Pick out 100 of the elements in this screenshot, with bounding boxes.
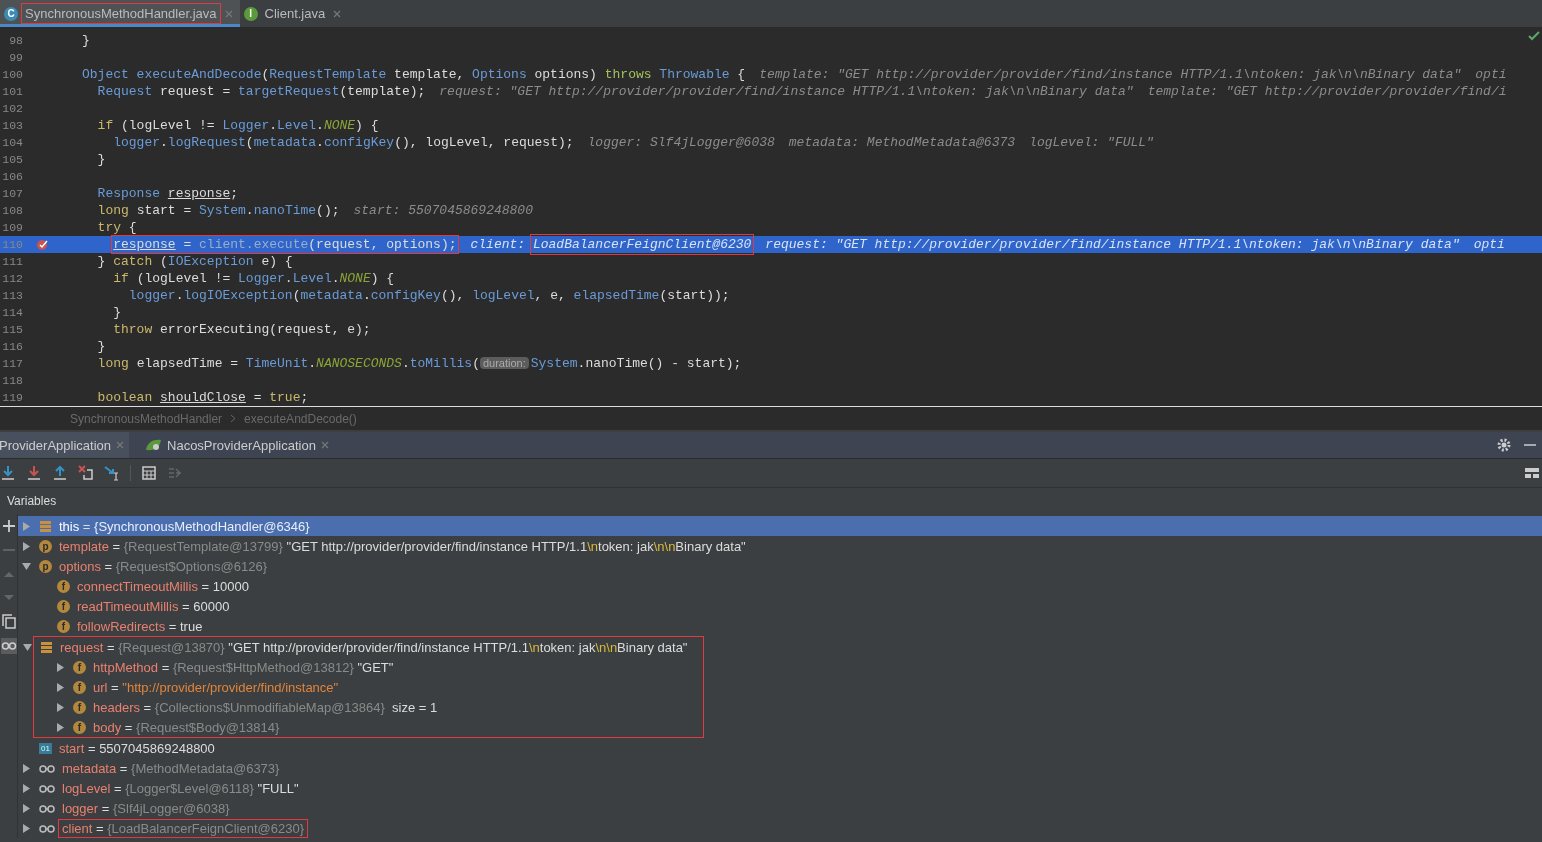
field-icon: f bbox=[73, 660, 86, 674]
run-to-cursor-icon[interactable] bbox=[104, 465, 120, 481]
variable-entry[interactable]: followRedirects = true bbox=[75, 618, 205, 634]
add-icon[interactable] bbox=[0, 518, 17, 534]
field-icon: f bbox=[57, 619, 70, 633]
inline-value-hint: client: LoadBalancerFeignClient@6230 bbox=[470, 237, 752, 252]
variable-entry[interactable]: httpMethod = {Request$HttpMethod@13812} "GET" bbox=[91, 659, 396, 675]
inline-value-hint: template: "GET http://provider/provider/find/instance HTTP/1.1\ntoken: jak\n\nBinary data" bbox=[759, 67, 1462, 82]
parameter-icon: p bbox=[39, 559, 52, 573]
line-number: 113 bbox=[1, 289, 23, 302]
object-icon bbox=[39, 519, 52, 533]
field-icon: f bbox=[57, 599, 70, 613]
breakpoint-icon[interactable] bbox=[36, 238, 49, 251]
inline-value-hint: opti bbox=[1473, 237, 1505, 252]
line-number: 103 bbox=[1, 119, 23, 132]
expand-arrow-icon[interactable] bbox=[22, 763, 31, 773]
variable-entry[interactable]: logger = {Slf4jLogger@6038} bbox=[60, 800, 232, 816]
editor-tab[interactable]: C SynchronousMethodHandler.java bbox=[0, 0, 240, 27]
variable-entry[interactable]: this = {SynchronousMethodHandler@6346} bbox=[57, 518, 312, 534]
code-line: } bbox=[82, 33, 90, 48]
code-line: } bbox=[113, 305, 122, 320]
expand-arrow-icon[interactable] bbox=[22, 561, 31, 571]
line-number: 108 bbox=[1, 204, 23, 217]
line-number: 107 bbox=[1, 187, 23, 200]
expand-arrow-icon[interactable] bbox=[22, 541, 31, 551]
line-number: 102 bbox=[1, 102, 23, 115]
inline-value-hint: logLevel: "FULL" bbox=[1029, 135, 1154, 150]
inline-value-hint: logger: Slf4jLogger@6038 bbox=[587, 135, 775, 150]
class-icon: C bbox=[4, 6, 18, 21]
expand-arrow-icon[interactable] bbox=[56, 702, 65, 712]
variable-entry[interactable]: connectTimeoutMillis = 10000 bbox=[75, 578, 251, 594]
step-out-icon[interactable] bbox=[52, 465, 68, 481]
line-number: 105 bbox=[1, 153, 23, 166]
variable-entry[interactable]: body = {Request$Body@13814} bbox=[91, 719, 282, 735]
variable-entry[interactable]: template = {RequestTemplate@13799} "GET http://provider/provider/find/instance HTTP/1.1\ntoken: jak\n\nBinary data" bbox=[57, 538, 748, 554]
check-icon bbox=[1528, 30, 1540, 42]
calculator-icon[interactable] bbox=[141, 465, 157, 481]
line-number: 106 bbox=[1, 170, 23, 183]
variable-entry[interactable]: logLevel = {Logger$Level@6118} "FULL" bbox=[60, 780, 301, 796]
code-line: long elapsedTime = TimeUnit.NANOSECONDS.toMillis( duration: System.nanoTime() - start); bbox=[97, 356, 742, 371]
inline-value-hint: start: 5507045869248800 bbox=[353, 203, 533, 218]
code-line: if (logLevel != Logger.Level.NONE) { bbox=[113, 271, 395, 286]
panel-title: Variables bbox=[7, 494, 57, 508]
step-over-icon[interactable] bbox=[0, 465, 16, 481]
line-number: 100 bbox=[1, 68, 23, 81]
run-config-tab[interactable]: NacosProviderApplication bbox=[145, 432, 334, 458]
expand-arrow-icon[interactable] bbox=[22, 783, 31, 793]
line-number: 117 bbox=[1, 357, 23, 370]
line-number: 115 bbox=[1, 323, 23, 336]
close-icon[interactable] bbox=[332, 8, 343, 19]
variable-entry[interactable]: headers = {Collections$UnmodifiableMap@13864} size = 1 bbox=[91, 699, 440, 715]
line-number: 99 bbox=[8, 51, 23, 64]
expand-arrow-icon[interactable] bbox=[23, 642, 32, 652]
inline-value-hint: metadata: MethodMetadata@6373 bbox=[788, 135, 1016, 150]
step-into-icon[interactable] bbox=[26, 465, 42, 481]
field-icon: f bbox=[73, 680, 86, 694]
interface-icon: I bbox=[243, 6, 258, 21]
line-number: 114 bbox=[1, 306, 23, 319]
expand-arrow-icon[interactable] bbox=[56, 662, 65, 672]
code-line: } bbox=[97, 339, 106, 354]
line-number: 110 bbox=[1, 238, 23, 251]
settings-icon[interactable] bbox=[1496, 437, 1512, 453]
code-line: throw errorExecuting(request, e); bbox=[113, 322, 371, 337]
variable-entry[interactable]: options = {Request$Options@6126} bbox=[57, 558, 270, 574]
code-line: try { bbox=[97, 220, 137, 235]
expand-arrow-icon[interactable] bbox=[22, 823, 31, 833]
object-icon bbox=[40, 640, 53, 654]
variable-entry[interactable]: request = {Request@13870} "GET http://provider/provider/find/instance HTTP/1.1\ntoken: jak\n\nBinary data" bbox=[58, 639, 690, 655]
layout-icon[interactable] bbox=[1524, 465, 1540, 481]
variable-entry[interactable]: url = "http://provider/provider/find/instance" bbox=[91, 679, 341, 695]
field-icon: f bbox=[73, 700, 86, 714]
line-number: 104 bbox=[1, 136, 23, 149]
inline-value-hint: request: "GET http://provider/provider/find/instance HTTP/1.1\ntoken: jak\n\nBinary data" bbox=[439, 84, 1134, 99]
code-line: boolean shouldClose = true; bbox=[97, 390, 309, 405]
inline-value-hint: opti bbox=[1475, 67, 1507, 82]
code-line: response = client.execute(request, options); bbox=[113, 237, 457, 252]
line-number: 111 bbox=[1, 255, 23, 268]
expand-arrow-icon[interactable] bbox=[56, 682, 65, 692]
code-line: long start = System.nanoTime(); bbox=[97, 203, 340, 218]
field-icon: f bbox=[57, 579, 70, 593]
expand-arrow-icon[interactable] bbox=[56, 722, 65, 732]
primitive-icon: 01 bbox=[39, 742, 52, 754]
expand-arrow-icon[interactable] bbox=[22, 803, 31, 813]
code-line: } bbox=[97, 152, 106, 167]
variable-entry[interactable]: client = {LoadBalancerFeignClient@6230} bbox=[60, 820, 306, 836]
line-number: 101 bbox=[1, 85, 23, 98]
editor-tab[interactable]: I Client.java bbox=[239, 0, 349, 27]
variable-entry[interactable]: metadata = {MethodMetadata@6373} bbox=[60, 760, 282, 776]
code-line: Response response; bbox=[97, 186, 239, 201]
code-line: } catch (IOException e) { bbox=[97, 254, 293, 269]
glasses-icon[interactable] bbox=[0, 638, 17, 654]
variable-entry[interactable]: readTimeoutMillis = 60000 bbox=[75, 598, 232, 614]
drop-frame-icon[interactable] bbox=[78, 465, 94, 481]
line-number: 118 bbox=[1, 374, 23, 387]
copy-icon[interactable] bbox=[0, 614, 17, 630]
line-number: 112 bbox=[1, 272, 23, 285]
code-line: logger.logIOException(metadata.configKey(), logLevel, e, elapsedTime(start)); bbox=[128, 288, 730, 303]
run-config-tab[interactable]: ProviderApplication bbox=[0, 432, 129, 458]
variable-entry[interactable]: start = 5507045869248800 bbox=[57, 740, 217, 756]
line-number: 98 bbox=[8, 34, 23, 47]
